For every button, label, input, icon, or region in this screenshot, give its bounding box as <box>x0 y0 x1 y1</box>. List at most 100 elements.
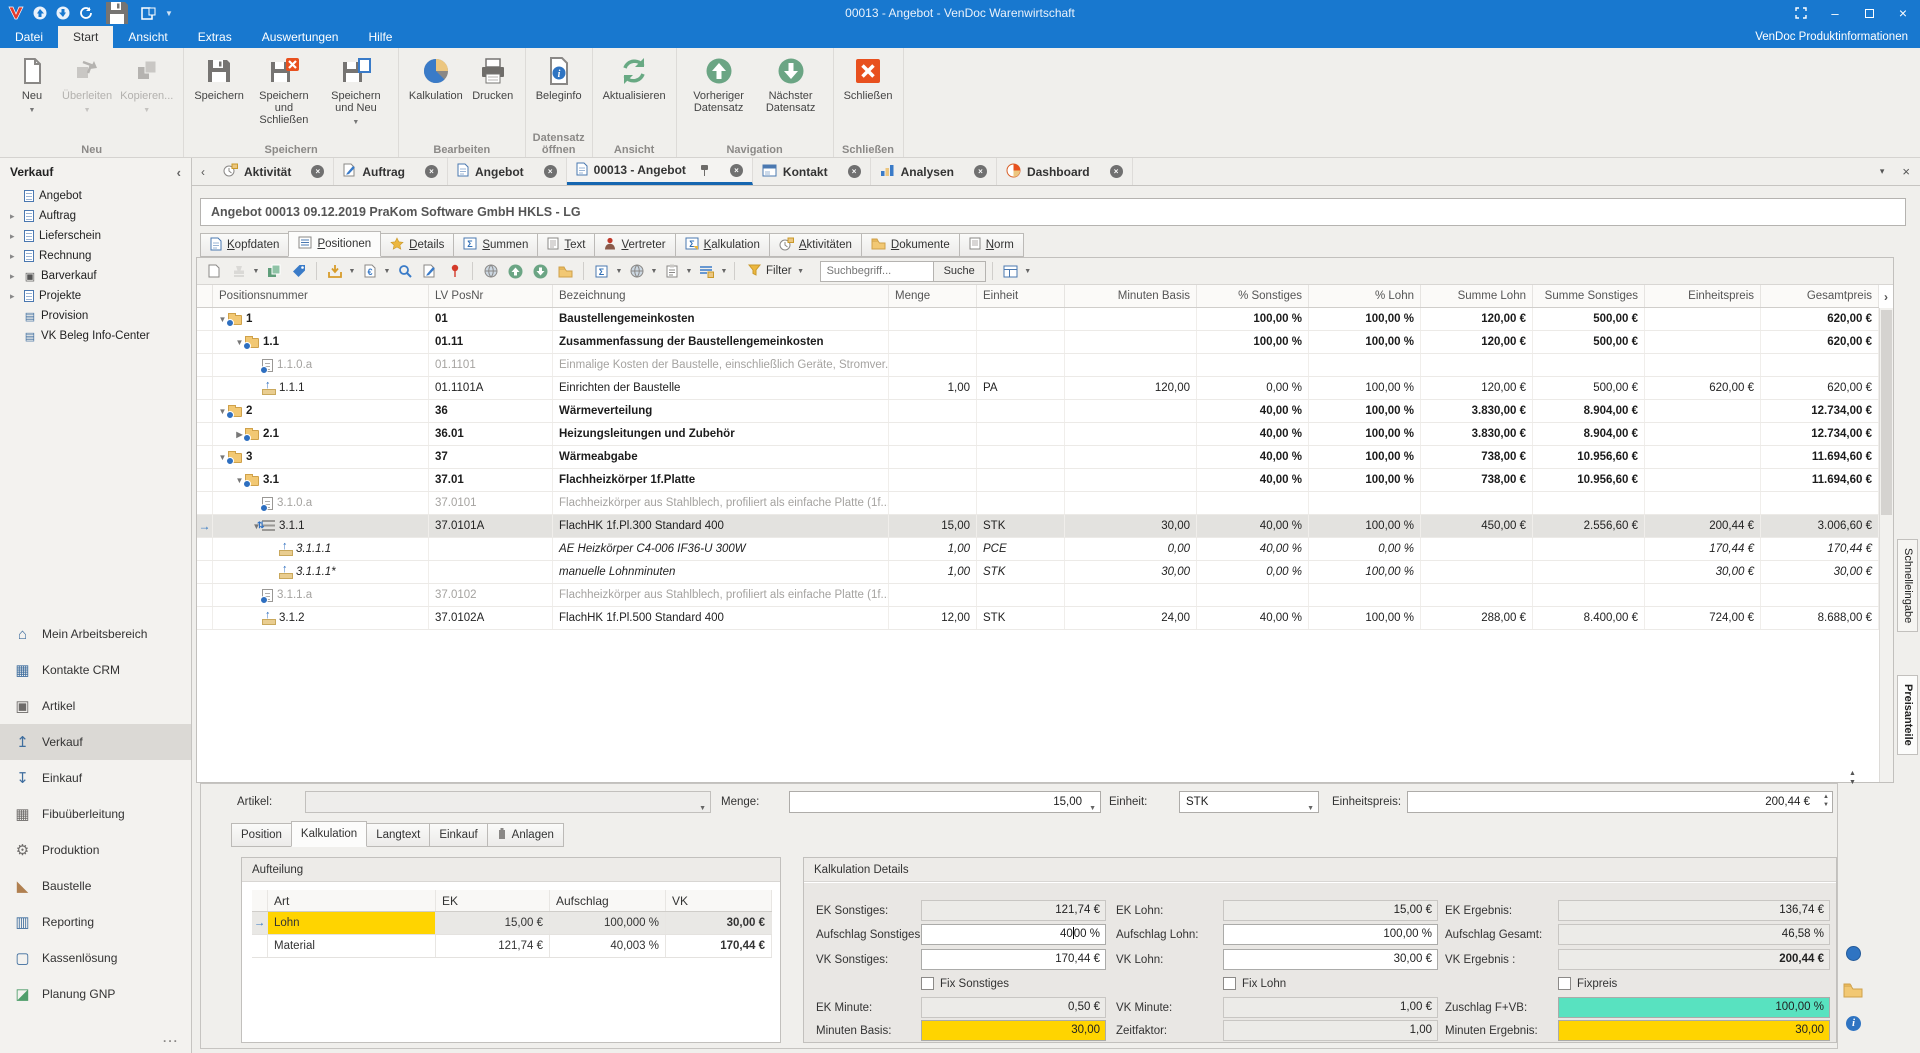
table-row-position-3-1-2[interactable]: 3.1.237.0102AFlachHK 1f.Pl.500 Standard … <box>197 607 1879 630</box>
field-input-aufschlag-sonstiges[interactable]: 4000 % <box>921 924 1106 945</box>
sidebar-item-provision[interactable]: ▤Provision <box>0 306 191 326</box>
sidebar-more-button[interactable]: ... <box>163 1031 179 1045</box>
artikel-select[interactable]: ▼ <box>305 791 711 813</box>
tab-einkauf[interactable]: Einkauf <box>429 823 487 847</box>
price-doc-button[interactable]: € <box>358 261 381 282</box>
record-indicator-icon[interactable] <box>1846 946 1861 961</box>
search-doc-button[interactable] <box>393 261 416 282</box>
close-tab-icon[interactable]: × <box>730 164 743 177</box>
menu-tab-hilfe[interactable]: Hilfe <box>353 26 407 48</box>
field-input-minuten-ergebnis[interactable]: 30,00 <box>1558 1020 1830 1041</box>
sidebar-item-lieferschein[interactable]: ▸Lieferschein <box>0 226 191 246</box>
chevron-down-icon[interactable]: ▼ <box>615 268 623 275</box>
list-menu-button[interactable] <box>695 261 718 282</box>
document-tab-dashboard[interactable]: Dashboard× <box>997 158 1133 185</box>
ribbon-button-speichern-und-neu[interactable]: Speichern und Neu▼ <box>320 52 392 132</box>
table-row-position-3-1-0-a[interactable]: 3.1.0.a37.0101Flachheizkörper aus Stahlb… <box>197 492 1879 515</box>
ribbon-button-aktualisieren[interactable]: Aktualisieren <box>599 52 670 105</box>
sidebar-collapse-button[interactable]: ‹ <box>177 165 181 180</box>
document-tab-angebot[interactable]: Angebot× <box>448 158 567 185</box>
tab-anlagen[interactable]: Anlagen <box>487 823 564 847</box>
layout-menu-button[interactable] <box>999 261 1022 282</box>
ribbon-button-kalkulation[interactable]: Kalkulation <box>405 52 467 105</box>
ribbon-button-drucken[interactable]: Drucken <box>467 52 519 105</box>
tab-scroll-left-button[interactable]: ‹ <box>192 158 214 185</box>
product-info-link[interactable]: VenDoc Produktinformationen <box>1755 26 1920 48</box>
chevron-down-icon[interactable]: ▼ <box>720 268 728 275</box>
table-row-position-1[interactable]: ▼101Baustellengemeinkosten100,00 %100,00… <box>197 308 1879 331</box>
module-item-mein-arbeitsbereich[interactable]: ⌂Mein Arbeitsbereich <box>0 616 191 652</box>
edit-doc-button[interactable] <box>418 261 441 282</box>
chevron-down-icon[interactable]: ▼ <box>1089 799 1096 819</box>
aufteilung-row-lohn[interactable]: →Lohn15,00 €100,000 %30,00 € <box>252 912 772 935</box>
tab-text[interactable]: Text <box>537 233 595 257</box>
ribbon-button-vorheriger-datensatz[interactable]: Vorheriger Datensatz <box>683 52 755 117</box>
ribbon-button-speichern[interactable]: Speichern <box>190 52 248 105</box>
table-row-position-2-1[interactable]: ▶2.136.01Heizungsleitungen und Zubehör40… <box>197 423 1879 446</box>
table-row-position-3[interactable]: ▼337Wärmeabgabe40,00 %100,00 %738,00 €10… <box>197 446 1879 469</box>
chevron-down-icon[interactable]: ▼ <box>348 268 356 275</box>
module-item-kassenlösung[interactable]: ▢Kassenlösung <box>0 940 191 976</box>
filter-button[interactable]: Filter▼ <box>741 264 812 279</box>
chevron-down-icon[interactable]: ▼ <box>699 799 706 819</box>
table-row-position-1-1-0-a[interactable]: 1.1.0.a01.1101Einmalige Kosten der Baust… <box>197 354 1879 377</box>
field-input-zuschlag-f+vb[interactable]: 100,00 % <box>1558 997 1830 1018</box>
tab-details[interactable]: Details <box>380 233 454 257</box>
more-columns-indicator[interactable]: › <box>1879 286 1893 308</box>
field-input-minuten-basis[interactable]: 30,00 <box>921 1020 1106 1041</box>
ribbon-button-neu[interactable]: Neu▼ <box>6 52 58 120</box>
chevron-down-icon[interactable]: ▼ <box>650 268 658 275</box>
sidebar-item-auftrag[interactable]: ▸Auftrag <box>0 206 191 226</box>
chevron-down-icon[interactable]: ▼ <box>252 268 260 275</box>
table-row-position-3-1-1[interactable]: →▼3.1.137.0101AFlachHK 1f.Pl.300 Standar… <box>197 515 1879 538</box>
sidebar-item-angebot[interactable]: Angebot <box>0 186 191 206</box>
sidebar-item-projekte[interactable]: ▸Projekte <box>0 286 191 306</box>
menu-tab-auswertungen[interactable]: Auswertungen <box>247 26 354 48</box>
table-row-position-1-1-1[interactable]: 1.1.101.1101AEinrichten der Baustelle1,0… <box>197 377 1879 400</box>
chevron-down-icon[interactable]: ▼ <box>1307 799 1314 819</box>
globe-menu-button[interactable] <box>625 261 648 282</box>
ribbon-button-nächster-datensatz[interactable]: Nächster Datensatz <box>755 52 827 117</box>
document-tab-auftrag[interactable]: Auftrag× <box>334 158 448 185</box>
module-item-reporting[interactable]: ▥Reporting <box>0 904 191 940</box>
tag-button[interactable] <box>287 261 310 282</box>
pin-button[interactable] <box>443 261 466 282</box>
column-header-einheit[interactable]: Einheit <box>977 285 1065 307</box>
close-tab-icon[interactable]: × <box>311 165 324 178</box>
expand-arrow-icon[interactable]: ▸ <box>10 231 19 242</box>
menge-input[interactable]: 15,00▼ <box>789 791 1101 813</box>
tab-positionen[interactable]: Positionen <box>288 231 381 257</box>
splitter-collapse-down[interactable]: ▼ <box>1849 779 1856 787</box>
ribbon-button-schließen[interactable]: Schließen <box>840 52 897 105</box>
chevron-down-icon[interactable]: ▼ <box>685 268 693 275</box>
customize-dropdown-icon[interactable]: ▼ <box>165 4 173 22</box>
field-input-ek-sonstiges[interactable]: 121,74 € <box>921 900 1106 921</box>
expand-arrow-icon[interactable]: ▸ <box>10 251 19 262</box>
close-tab-icon[interactable]: × <box>425 165 438 178</box>
module-item-einkauf[interactable]: ↧Einkauf <box>0 760 191 796</box>
column-header-minuten-basis[interactable]: Minuten Basis <box>1065 285 1197 307</box>
document-tab-kontakt[interactable]: Kontakt× <box>753 158 871 185</box>
field-input-vk-minute[interactable]: 1,00 € <box>1223 997 1438 1018</box>
table-row-position-3-1-1-1-[interactable]: 3.1.1.1*manuelle Lohnminuten1,00STK30,00… <box>197 561 1879 584</box>
globe-button[interactable] <box>479 261 502 282</box>
chevron-down-icon[interactable]: ▼ <box>1024 268 1032 275</box>
menu-tab-ansicht[interactable]: Ansicht <box>113 26 182 48</box>
close-tab-icon[interactable]: × <box>974 165 987 178</box>
side-tab-schnelleingabe[interactable]: Schnelleingabe <box>1897 539 1918 632</box>
checkbox-fix-sonstiges[interactable] <box>921 977 934 990</box>
aufteilung-row-material[interactable]: Material121,74 €40,003 %170,44 € <box>252 935 772 958</box>
maximize-button[interactable] <box>1852 0 1886 26</box>
field-input-ek-ergebnis[interactable]: 136,74 € <box>1558 900 1830 921</box>
table-row-position-1-1[interactable]: ▼1.101.11Zusammenfassung der Baustelleng… <box>197 331 1879 354</box>
checkbox-fix-lohn[interactable] <box>1223 977 1236 990</box>
column-header--sonstiges[interactable]: % Sonstiges <box>1197 285 1309 307</box>
duplicate-button[interactable] <box>262 261 285 282</box>
table-row-position-3-1-1-1[interactable]: 3.1.1.1AE Heizkörper C4-006 IF36-U 300W1… <box>197 538 1879 561</box>
search-input[interactable] <box>821 265 933 277</box>
tab-dokumente[interactable]: Dokumente <box>861 233 960 257</box>
field-input-ek-lohn[interactable]: 15,00 € <box>1223 900 1438 921</box>
fullscreen-button[interactable] <box>1784 0 1818 26</box>
einheit-select[interactable]: STK▼ <box>1179 791 1319 813</box>
documents-folder-icon[interactable] <box>1843 982 1863 1001</box>
